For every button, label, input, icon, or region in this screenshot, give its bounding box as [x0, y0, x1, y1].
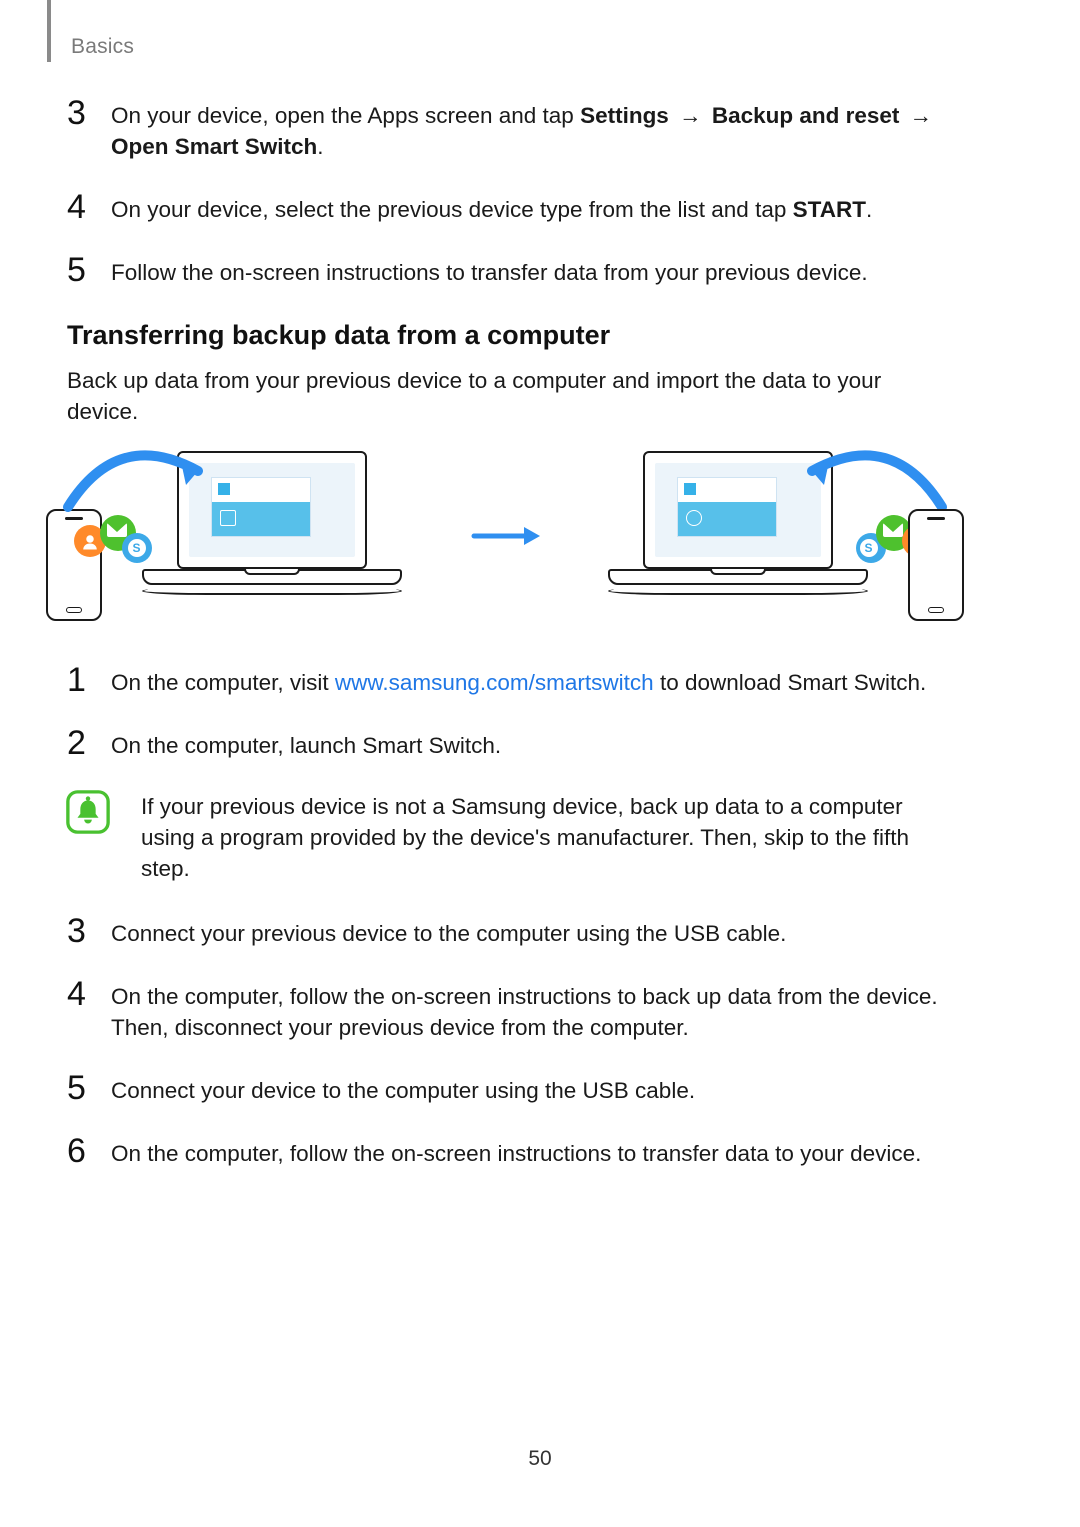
numbered-step: 2 On the computer, launch Smart Switch.: [67, 726, 942, 761]
page-content: 3 On your device, open the Apps screen an…: [67, 96, 942, 1197]
step-number: 6: [67, 1134, 89, 1169]
section-intro: Back up data from your previous device t…: [67, 365, 942, 427]
numbered-step: 6 On the computer, follow the on-screen i…: [67, 1134, 942, 1169]
step-text: Connect your device to the computer usin…: [111, 1071, 695, 1106]
step-text: On the computer, follow the on-screen in…: [111, 977, 942, 1043]
step-number: 4: [67, 190, 89, 225]
step-number: 1: [67, 663, 89, 698]
step-number: 2: [67, 726, 89, 761]
diagram-right-group: [568, 451, 964, 621]
hyperlink[interactable]: www.samsung.com/smartswitch: [335, 670, 654, 695]
step-number: 4: [67, 977, 89, 1043]
numbered-step: 4 On your device, select the previous dev…: [67, 190, 942, 225]
numbered-step: 3 On your device, open the Apps screen an…: [67, 96, 942, 162]
step-text: Follow the on-screen instructions to tra…: [111, 253, 868, 288]
page-number: 50: [528, 1447, 551, 1471]
laptop-icon: [102, 451, 442, 621]
step-text: On the computer, visit www.samsung.com/s…: [111, 663, 926, 698]
phone-icon: [908, 509, 964, 621]
note-text: If your previous device is not a Samsung…: [141, 789, 942, 884]
step-number: 5: [67, 1071, 89, 1106]
step-text: On your device, open the Apps screen and…: [111, 96, 942, 162]
step-number: 3: [67, 96, 89, 162]
section-heading: Transferring backup data from a computer: [67, 320, 942, 351]
numbered-step: 5 Follow the on-screen instructions to tr…: [67, 253, 942, 288]
header-rule: [47, 0, 51, 62]
step-number: 5: [67, 253, 89, 288]
step-text: Connect your previous device to the comp…: [111, 914, 786, 949]
numbered-step: 4 On the computer, follow the on-screen i…: [67, 977, 942, 1043]
note-callout: If your previous device is not a Samsung…: [67, 789, 942, 884]
step-text: On the computer, launch Smart Switch.: [111, 726, 501, 761]
step-text: On your device, select the previous devi…: [111, 190, 872, 225]
step-text: On the computer, follow the on-screen in…: [111, 1134, 921, 1169]
numbered-step: 1 On the computer, visit www.samsung.com/…: [67, 663, 942, 698]
diagram-left-group: [46, 451, 442, 621]
section-header: Basics: [71, 35, 134, 59]
note-bell-icon: [65, 789, 111, 835]
transfer-diagram: [67, 451, 942, 621]
laptop-icon: [568, 451, 908, 621]
numbered-step: 5 Connect your device to the computer usi…: [67, 1071, 942, 1106]
numbered-step: 3 Connect your previous device to the com…: [67, 914, 942, 949]
arrow-right-icon: [470, 521, 540, 551]
data-icons-cluster: [74, 515, 154, 563]
document-page: Basics 3 On your device, open the Apps sc…: [0, 0, 1080, 1527]
step-number: 3: [67, 914, 89, 949]
